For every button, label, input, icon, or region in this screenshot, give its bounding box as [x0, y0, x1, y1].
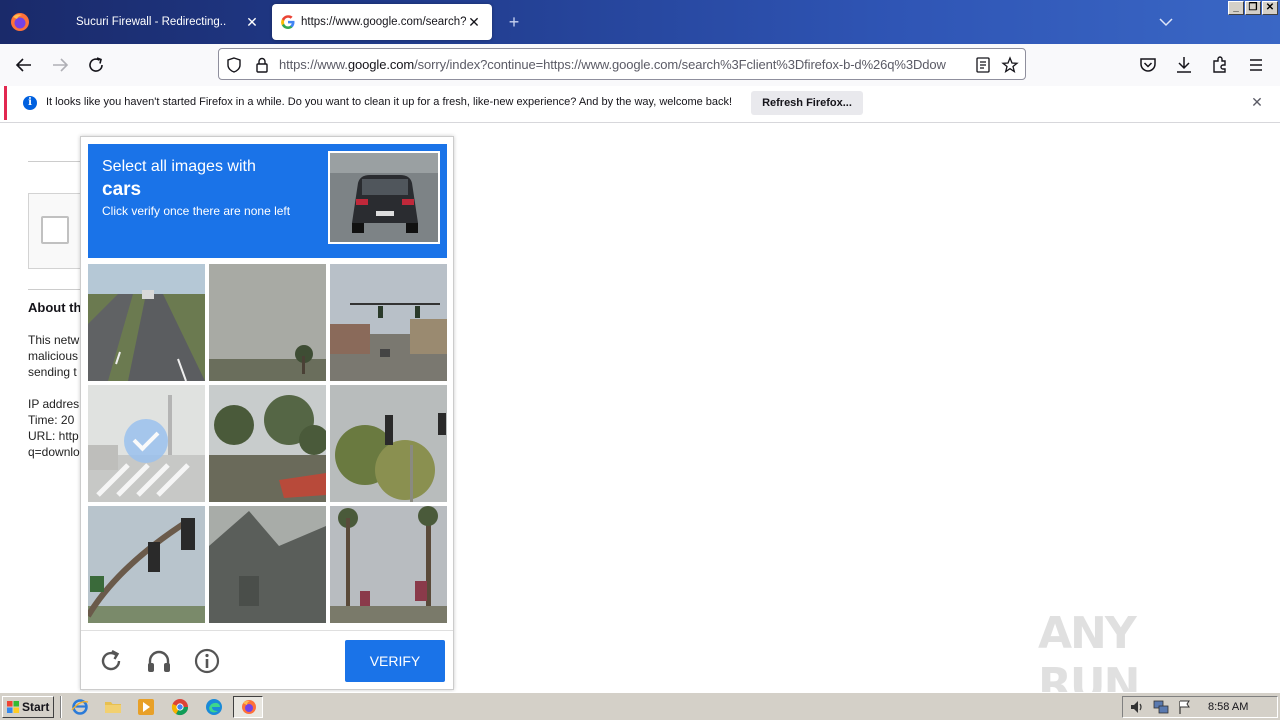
shield-icon[interactable]: [225, 56, 243, 74]
notification-text: It looks like you haven't started Firefo…: [46, 96, 733, 108]
url-domain: google.com: [347, 57, 415, 72]
network-icon[interactable]: [1153, 699, 1169, 715]
recaptcha-checkbox[interactable]: [41, 216, 69, 244]
forward-icon[interactable]: [48, 53, 72, 77]
captcha-image-grid: [88, 264, 447, 623]
recaptcha-widget: [28, 193, 88, 269]
tab-label: Sucuri Firewall - Redirecting...: [76, 16, 226, 28]
minimize-button[interactable]: _: [1228, 1, 1244, 15]
new-tab-button[interactable]: +: [504, 12, 524, 32]
captcha-tile-6[interactable]: [330, 385, 447, 502]
captcha-challenge-dialog: Select all images with cars Click verify…: [80, 136, 454, 690]
taskbar-firefox-button[interactable]: [233, 696, 263, 718]
reload-challenge-icon[interactable]: [97, 647, 125, 675]
about-heading: About th: [28, 300, 82, 315]
clock: 8:58 AM: [1208, 701, 1249, 713]
page-text-line: malicious: [28, 349, 79, 363]
extensions-icon[interactable]: [1208, 53, 1232, 77]
captcha-subtext: Click verify once there are none left: [102, 204, 291, 218]
info-icon: i: [23, 96, 37, 110]
ie-icon[interactable]: [71, 698, 89, 716]
page-text-line: IP addres: [28, 397, 80, 411]
tab-bar: Sucuri Firewall - Redirecting... ✕ https…: [0, 0, 1280, 44]
reader-view-icon[interactable]: [974, 56, 992, 74]
close-tab-icon[interactable]: ✕: [244, 14, 260, 30]
firefox-menu-icon[interactable]: [8, 10, 32, 34]
page-text-line: This netw: [28, 333, 80, 347]
captcha-tile-9[interactable]: [330, 506, 447, 623]
captcha-tile-2[interactable]: [209, 264, 326, 381]
divider: [28, 161, 88, 162]
audio-challenge-icon[interactable]: [145, 647, 173, 675]
page-text-line: Time: 20: [28, 413, 75, 427]
tab-sucuri[interactable]: Sucuri Firewall - Redirecting... ✕: [42, 4, 270, 40]
url-text[interactable]: https://www.google.com/sorry/index?conti…: [279, 57, 969, 72]
captcha-tile-1[interactable]: [88, 264, 205, 381]
chrome-icon[interactable]: [171, 698, 189, 716]
lock-icon[interactable]: [253, 56, 271, 74]
captcha-tile-4[interactable]: [88, 385, 205, 502]
captcha-tile-7[interactable]: [88, 506, 205, 623]
verify-button[interactable]: VERIFY: [345, 640, 445, 682]
close-window-button[interactable]: ✕: [1262, 1, 1278, 15]
media-player-icon[interactable]: [137, 698, 155, 716]
edge-icon[interactable]: [205, 698, 223, 716]
window-controls: _ ❐ ✕: [1228, 1, 1278, 15]
captcha-header: Select all images with cars Click verify…: [88, 144, 447, 258]
close-tab-icon[interactable]: ✕: [466, 14, 482, 30]
selected-check-icon: [124, 419, 168, 463]
info-icon[interactable]: [193, 647, 221, 675]
google-icon: [281, 15, 295, 29]
start-label: Start: [22, 700, 50, 714]
divider: [28, 289, 88, 290]
system-tray: [1122, 696, 1278, 718]
sample-car-image: [328, 151, 440, 244]
volume-icon[interactable]: [1129, 699, 1145, 715]
tab-google[interactable]: https://www.google.com/search?c ✕: [272, 4, 492, 40]
notification-bar: i It looks like you haven't started Fire…: [4, 86, 1276, 120]
captcha-tile-5[interactable]: [209, 385, 326, 502]
captcha-target: cars: [102, 179, 142, 200]
explorer-icon[interactable]: [104, 698, 122, 716]
page-text-line: q=downlo: [28, 445, 80, 459]
menu-icon[interactable]: [1244, 53, 1268, 77]
download-icon[interactable]: [1172, 53, 1196, 77]
start-button[interactable]: Start: [2, 696, 54, 718]
tab-label: https://www.google.com/search?c: [301, 16, 467, 28]
pocket-icon[interactable]: [1136, 53, 1160, 77]
url-bar[interactable]: https://www.google.com/sorry/index?conti…: [218, 48, 1026, 80]
windows-logo-icon: [7, 701, 19, 713]
refresh-firefox-button[interactable]: Refresh Firefox...: [751, 91, 863, 115]
chevron-down-icon[interactable]: [1157, 14, 1175, 30]
firefox-icon: [242, 700, 256, 714]
url-prefix: https://www.: [279, 57, 348, 72]
captcha-tile-8[interactable]: [209, 506, 326, 623]
captcha-footer: VERIFY: [81, 630, 453, 690]
navigation-toolbar: https://www.google.com/sorry/index?conti…: [0, 44, 1280, 86]
page-text-line: URL: http: [28, 429, 79, 443]
taskbar: Start 8:58 AM: [0, 692, 1280, 720]
page-text-line: sending t: [28, 365, 77, 379]
captcha-tile-3[interactable]: [330, 264, 447, 381]
anyrun-watermark: ANY RUN: [1038, 608, 1234, 710]
close-notification-icon[interactable]: ✕: [1250, 95, 1264, 109]
captcha-instruction: Select all images with: [102, 158, 256, 175]
reload-icon[interactable]: [84, 53, 108, 77]
back-icon[interactable]: [12, 53, 36, 77]
flag-icon[interactable]: [1177, 699, 1193, 715]
restore-button[interactable]: ❐: [1245, 1, 1261, 15]
url-path: /sorry/index?continue=https://www.google…: [414, 57, 946, 72]
taskbar-separator: [60, 696, 62, 718]
bookmark-star-icon[interactable]: [1001, 56, 1019, 74]
